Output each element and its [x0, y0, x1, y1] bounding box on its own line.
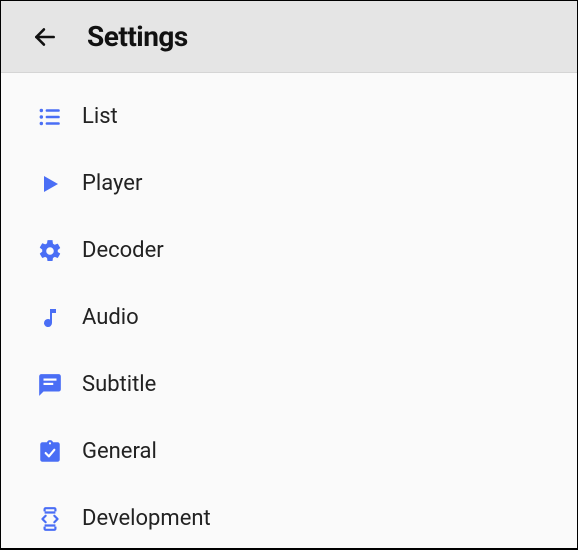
- developer-mode-icon: [36, 505, 64, 533]
- settings-item-decoder[interactable]: Decoder: [1, 217, 577, 284]
- message-icon: [36, 371, 64, 399]
- settings-item-label: List: [82, 104, 118, 129]
- settings-item-label: Audio: [82, 305, 139, 330]
- settings-item-list[interactable]: List: [1, 83, 577, 150]
- settings-item-label: Subtitle: [82, 372, 156, 397]
- settings-item-label: Development: [82, 506, 211, 531]
- settings-item-label: General: [82, 439, 157, 464]
- settings-item-label: Decoder: [82, 238, 164, 263]
- list-icon: [36, 103, 64, 131]
- clipboard-check-icon: [36, 438, 64, 466]
- gear-icon: [36, 237, 64, 265]
- back-button[interactable]: [25, 17, 65, 57]
- settings-item-audio[interactable]: Audio: [1, 284, 577, 351]
- arrow-left-icon: [32, 24, 58, 50]
- app-bar: Settings: [1, 1, 577, 73]
- settings-item-subtitle[interactable]: Subtitle: [1, 351, 577, 418]
- page-title: Settings: [87, 20, 188, 53]
- settings-item-general[interactable]: General: [1, 418, 577, 485]
- play-icon: [36, 170, 64, 198]
- settings-item-development[interactable]: Development: [1, 485, 577, 548]
- settings-screen: Settings List Player Decoder Audio: [1, 1, 577, 548]
- settings-list: List Player Decoder Audio Subtitle: [1, 73, 577, 548]
- settings-item-player[interactable]: Player: [1, 150, 577, 217]
- settings-item-label: Player: [82, 171, 142, 196]
- music-note-icon: [36, 304, 64, 332]
